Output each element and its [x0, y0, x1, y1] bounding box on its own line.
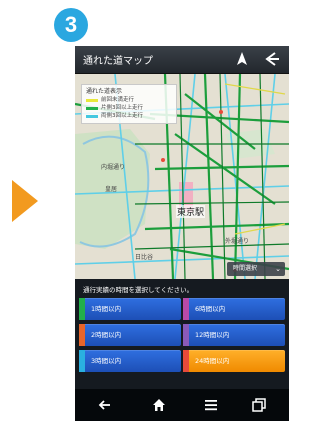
time-select-button[interactable]: 時間選択 ⌄ [227, 262, 285, 276]
legend-item: 片側3回以上走行 [86, 104, 172, 112]
color-bar [183, 350, 189, 372]
button-label: 24時間以内 [195, 357, 230, 365]
app-title: 通れた道マップ [83, 56, 153, 67]
color-bar [79, 298, 85, 320]
map-label: 日比谷 [135, 254, 154, 261]
legend-item: 前回未満走行 [86, 96, 172, 104]
legend-label: 前回未満走行 [101, 97, 135, 103]
back-icon[interactable] [97, 397, 113, 413]
button-label: 12時間以内 [195, 331, 230, 339]
map-label: 皇居 [105, 186, 118, 193]
color-bar [183, 324, 189, 346]
time-option-2h-button[interactable]: 2時間以内 [79, 324, 181, 346]
menu-icon[interactable] [203, 397, 219, 413]
map-view[interactable]: 通れた道表示 前回未満走行 片側3回以上走行 両側3回以上走行 皇居 内堀通り … [75, 74, 289, 279]
map-label: 外堀通り [225, 238, 250, 245]
station-label: 東京駅 [176, 205, 206, 218]
legend-swatch [86, 106, 98, 110]
legend-title: 通れた道表示 [86, 88, 123, 95]
screenshot-root: 3 通れた道マップ 通れた道表示 前回未満走行 片側3回以上走行 両側3回以上走… [0, 0, 289, 421]
compass-icon[interactable] [235, 51, 249, 67]
map-label: 内堀通り [101, 164, 126, 171]
phone-screen: 通れた道マップ 通れた道表示 前回未満走行 片側3回以上走行 両側3回以上走行 … [75, 46, 289, 421]
legend-swatch [86, 98, 98, 102]
time-option-24h-button[interactable]: 24時間以内 [183, 350, 285, 372]
back-arrow-icon[interactable] [263, 51, 281, 67]
button-label: 1時間以内 [91, 305, 122, 313]
button-label: 3時間以内 [91, 357, 122, 365]
legend-label: 片側3回以上走行 [101, 105, 143, 111]
time-option-12h-button[interactable]: 12時間以内 [183, 324, 285, 346]
color-bar [183, 298, 189, 320]
map-legend: 通れた道表示 前回未満走行 片側3回以上走行 両側3回以上走行 [81, 84, 177, 124]
android-nav-bar [75, 389, 289, 421]
step-badge: 3 [54, 8, 88, 42]
time-option-1h-button[interactable]: 1時間以内 [79, 298, 181, 320]
time-option-3h-button[interactable]: 3時間以内 [79, 350, 181, 372]
panel-prompt: 通行実績の時間を選択してください。 [83, 286, 194, 294]
home-icon[interactable] [151, 397, 167, 413]
app-bar: 通れた道マップ [75, 46, 289, 74]
button-label: 2時間以内 [91, 331, 122, 339]
time-select-panel: 通行実績の時間を選択してください。 1時間以内 6時間以内 2時間以内 12時間… [75, 279, 289, 389]
legend-item: 両側3回以上走行 [86, 112, 172, 120]
button-label: 6時間以内 [195, 305, 226, 313]
chevron-down-icon: ⌄ [275, 265, 281, 273]
legend-swatch [86, 114, 98, 118]
time-select-label: 時間選択 [233, 265, 258, 272]
legend-label: 両側3回以上走行 [101, 113, 143, 119]
color-bar [79, 324, 85, 346]
recent-apps-icon[interactable] [251, 397, 267, 413]
step-arrow-icon [12, 180, 38, 222]
color-bar [79, 350, 85, 372]
time-option-6h-button[interactable]: 6時間以内 [183, 298, 285, 320]
